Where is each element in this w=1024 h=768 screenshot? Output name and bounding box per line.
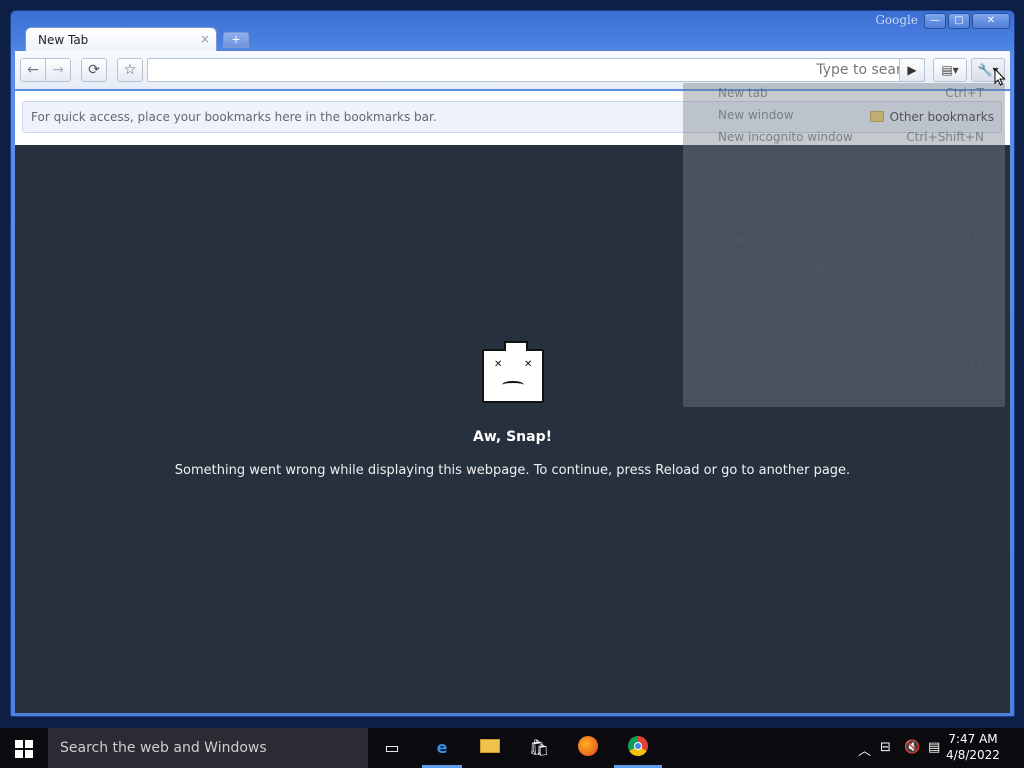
menu-item-new-incognito-window[interactable]: New incognito window Ctrl+Shift+N xyxy=(718,130,984,148)
menu-label: Always show bookmarks bar xyxy=(718,159,889,173)
chrome-logo-center xyxy=(634,742,642,750)
forward-button[interactable]: → xyxy=(45,58,71,82)
menu-shortcut: Ctrl+T xyxy=(945,86,984,100)
menu-shortcut: Ctrl+Shift+B xyxy=(907,210,984,224)
menu-shortcut: Ctrl+B xyxy=(944,159,984,173)
menu-label: New tab xyxy=(718,86,768,100)
store-icon[interactable]: 🛍 xyxy=(527,736,551,760)
menu-label: History xyxy=(718,188,761,202)
minimize-button[interactable]: — xyxy=(924,13,946,29)
menu-label: About Google Chrome xyxy=(718,334,851,348)
error-title: Aw, Snap! xyxy=(473,429,552,445)
menu-item-always-show-bookmarks-bar[interactable]: Always show bookmarks bar Ctrl+B xyxy=(718,159,984,177)
chrome-logo xyxy=(628,736,648,756)
menu-label: Clear browsing data... xyxy=(718,261,850,275)
menu-item-import-bookmarks[interactable]: Import bookmarks & settings... xyxy=(718,283,984,301)
taskbar-clock[interactable]: 7:47 AM 4/8/2022 xyxy=(938,731,1008,763)
menu-shortcut: Ctrl+H xyxy=(943,188,984,202)
menu-label: Downloads xyxy=(718,232,784,246)
menu-label: New window xyxy=(718,108,794,122)
sad-folder-icon: ✕ ✕ xyxy=(482,341,544,403)
start-button[interactable] xyxy=(15,740,33,758)
sad-mouth xyxy=(502,381,524,389)
firefox-globe xyxy=(578,736,598,756)
maximize-button[interactable]: ▢ xyxy=(948,13,970,29)
windows-logo-pane xyxy=(25,750,33,758)
menu-label: Bookmark manager xyxy=(718,210,837,224)
firefox-icon[interactable] xyxy=(576,736,600,760)
wrench-dropdown-menu: New tab Ctrl+T New window New incognito w… xyxy=(683,83,1005,407)
clock-date: 4/8/2022 xyxy=(946,748,1000,762)
menu-item-new-tab[interactable]: New tab Ctrl+T xyxy=(718,86,984,104)
tab-close-icon[interactable]: × xyxy=(200,32,210,46)
chrome-icon[interactable] xyxy=(626,736,650,760)
page-menu-button[interactable]: ▤▾ xyxy=(933,58,967,82)
mouse-cursor-icon xyxy=(994,68,1006,86)
sad-eye-left: ✕ xyxy=(494,359,503,370)
sad-folder-tab xyxy=(504,341,528,351)
menu-item-clear-browsing-data[interactable]: Clear browsing data... xyxy=(718,261,984,279)
omnibox-input[interactable]: Type to search xyxy=(147,58,925,82)
menu-item-about-google-chrome[interactable]: About Google Chrome xyxy=(718,334,984,352)
taskbar: Search the web and Windows ▭ e 🛍 ︿ ⊟ 🔇 ▤… xyxy=(0,728,1024,768)
menu-label: Import bookmarks & settings... xyxy=(718,283,905,297)
close-window-button[interactable]: ✕ xyxy=(972,13,1010,29)
go-button[interactable]: ▶ xyxy=(899,58,925,82)
clock-time: 7:47 AM xyxy=(948,732,998,746)
back-button[interactable]: ← xyxy=(20,58,46,82)
menu-item-new-window[interactable]: New window xyxy=(718,108,984,126)
sad-eye-right: ✕ xyxy=(524,359,533,370)
taskbar-search-input[interactable]: Search the web and Windows xyxy=(48,728,368,768)
windows-logo-pane xyxy=(15,740,23,748)
folder-shape xyxy=(480,739,500,753)
bookmarks-hint: For quick access, place your bookmarks h… xyxy=(31,110,437,124)
menu-shortcut: F1 xyxy=(969,356,984,370)
menu-item-bookmark-manager[interactable]: Bookmark manager Ctrl+Shift+B xyxy=(718,210,984,228)
network-icon[interactable]: ⊟ xyxy=(880,740,891,755)
search-placeholder: Search the web and Windows xyxy=(60,740,267,756)
windows-logo-pane xyxy=(25,740,33,748)
menu-shortcut: Ctrl+J xyxy=(949,232,984,246)
menu-item-help[interactable]: Help F1 xyxy=(718,356,984,374)
menu-item-history[interactable]: History Ctrl+H xyxy=(718,188,984,206)
tab-title: New Tab xyxy=(38,33,89,47)
menu-shortcut: Ctrl+Shift+N xyxy=(906,130,984,144)
menu-label: Exit xyxy=(718,385,741,399)
file-explorer-icon[interactable] xyxy=(478,736,502,760)
menu-label: Options xyxy=(718,312,765,326)
menu-item-options[interactable]: Options xyxy=(718,312,984,330)
menu-label: Help xyxy=(718,356,746,370)
menu-item-exit[interactable]: Exit xyxy=(718,385,984,403)
new-tab-button[interactable]: + xyxy=(223,32,249,48)
edge-icon[interactable]: e xyxy=(430,736,454,760)
tab-new-tab[interactable]: New Tab × xyxy=(25,27,217,51)
google-brand: Google xyxy=(875,13,918,27)
menu-item-downloads[interactable]: Downloads Ctrl+J xyxy=(718,232,984,250)
menu-label: New incognito window xyxy=(718,130,853,144)
windows-logo-pane xyxy=(15,750,23,758)
volume-muted-icon[interactable]: 🔇 xyxy=(904,740,920,755)
show-hidden-icons-icon[interactable]: ︿ xyxy=(858,740,871,759)
error-message: Something went wrong while displaying th… xyxy=(174,463,851,478)
task-view-icon[interactable]: ▭ xyxy=(380,736,404,760)
reload-button[interactable]: ⟳ xyxy=(81,58,107,82)
bookmark-star-button[interactable]: ☆ xyxy=(117,58,143,82)
